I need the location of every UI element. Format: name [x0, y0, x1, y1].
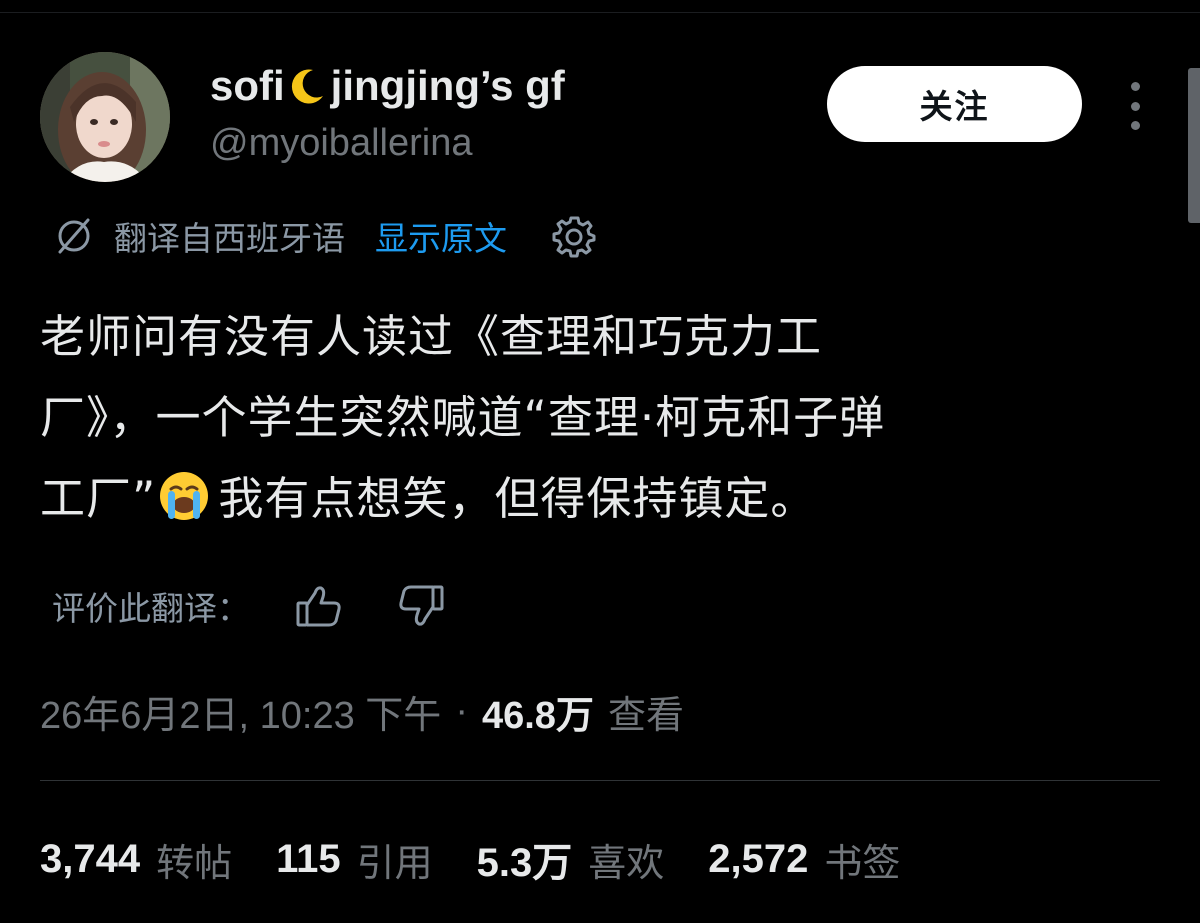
reposts-label: 转帖: [156, 840, 233, 885]
tweet-line-3: 工厂” 我有点想笑，但得保持镇定。: [40, 458, 1120, 539]
gear-icon[interactable]: [551, 213, 597, 259]
display-name-part1: sofi: [210, 62, 285, 109]
top-border: [0, 0, 1200, 13]
rate-translation-row: 评价此翻译：: [52, 580, 446, 632]
quotes-stat[interactable]: 115 引用: [276, 832, 433, 887]
display-name[interactable]: sofi jingjing’s gf: [210, 62, 565, 110]
timestamp[interactable]: 26年6月2日, 10:23 下午: [40, 684, 441, 739]
avatar-image: [40, 52, 170, 182]
likes-stat[interactable]: 5.3万 喜欢: [477, 830, 665, 888]
crescent-moon-icon: [291, 69, 323, 104]
show-original-link[interactable]: 显示原文: [375, 212, 507, 260]
likes-label: 喜欢: [588, 840, 665, 885]
tweet-meta: 26年6月2日, 10:23 下午 · 46.8万 查看: [40, 684, 684, 739]
tweet-line-2: 厂》，一个学生突然喊道“查理·柯克和子弹: [40, 391, 886, 444]
translate-icon: [58, 218, 90, 254]
more-options-icon[interactable]: [1121, 82, 1149, 130]
tweet-line-1: 老师问有没有人读过《查理和巧克力工: [40, 310, 823, 363]
tweet-line-3a: 工厂”: [40, 472, 157, 525]
bookmarks-count: 2,572: [708, 836, 809, 881]
translated-from-label: 翻译自西班牙语: [114, 219, 345, 258]
tweet-text: 老师问有没有人读过《查理和巧克力工 厂》，一个学生突然喊道“查理·柯克和子弹 工…: [40, 296, 1120, 539]
more-dot: [1130, 101, 1140, 111]
translation-row: 翻译自西班牙语 显示原文: [52, 212, 597, 260]
likes-count: 5.3万: [476, 841, 573, 885]
views-label: 查看: [607, 695, 684, 737]
thumbs-up-icon[interactable]: [294, 581, 344, 631]
more-dot: [1130, 82, 1140, 91]
engagement-stats: 3,744 转帖 115 引用 5.3万 喜欢 2,572 书签: [40, 830, 900, 888]
avatar[interactable]: [40, 52, 170, 182]
reposts-count: 3,744: [40, 836, 141, 881]
user-handle[interactable]: @myoiballerina: [210, 122, 472, 165]
bookmarks-label: 书签: [824, 840, 901, 885]
scrollbar-thumb[interactable]: [1188, 68, 1200, 223]
rate-translation-label: 评价此翻译：: [52, 589, 250, 628]
loudly-crying-face-emoji-icon: [160, 472, 209, 520]
quotes-label: 引用: [356, 840, 433, 885]
divider: [40, 780, 1160, 781]
quotes-count: 115: [276, 836, 341, 881]
tweet-line-3b: 我有点想笑，但得保持镇定。: [218, 472, 817, 525]
thumbs-down-icon[interactable]: [396, 581, 446, 631]
views-count: 46.8万: [481, 695, 594, 737]
meta-separator: ·: [455, 690, 468, 732]
follow-button[interactable]: 关注: [827, 66, 1082, 142]
more-dot: [1130, 121, 1140, 130]
reposts-stat[interactable]: 3,744 转帖: [40, 832, 232, 887]
display-name-part2: jingjing’s gf: [330, 62, 565, 109]
bookmarks-stat[interactable]: 2,572 书签: [708, 832, 900, 887]
